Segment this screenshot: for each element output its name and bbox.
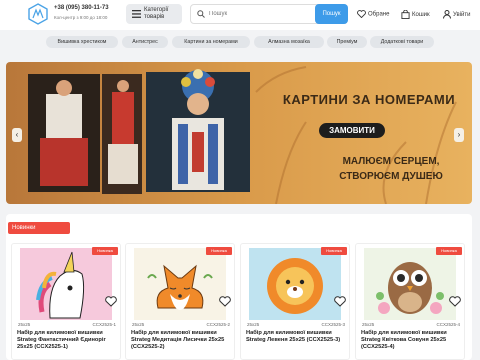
product-price: ... — [362, 356, 368, 360]
site-header: +38 (095) 380-11-73 Кол-центр з 9:00 до … — [0, 0, 480, 30]
tag-cross-stitch[interactable]: Вишивка хрестиком — [46, 36, 118, 48]
product-size: 25x25 — [132, 322, 145, 327]
product-size: 25x25 — [247, 322, 260, 327]
promo-banner[interactable]: КАРТИНИ ЗА НОМЕРАМИ ЗАМОВИТИ МАЛЮЄМ СЕРЦ… — [6, 62, 472, 204]
heart-icon[interactable] — [219, 296, 231, 307]
product-card[interactable]: Новинка 25x25 CCX2525-3 Набір для килимо… — [240, 243, 350, 360]
section-title: Новинки — [8, 222, 70, 234]
bag-icon — [401, 9, 410, 19]
tag-premium[interactable]: Преміум — [327, 36, 367, 48]
heart-icon[interactable] — [334, 296, 346, 307]
tag-paint-by-numbers[interactable]: Картини за номерами — [172, 36, 250, 48]
search-icon — [197, 10, 205, 18]
user-icon — [443, 10, 451, 19]
category-tags: Вишивка хрестиком Антистрес Картини за н… — [0, 36, 480, 50]
banner-next-button[interactable]: › — [454, 128, 464, 142]
login-link[interactable]: Увійти — [443, 10, 470, 19]
product-title[interactable]: Набір для килимової вишивки Strateg Фант… — [17, 330, 120, 351]
product-title[interactable]: Набір для килимової вишивки Strateg Меди… — [131, 330, 234, 351]
categories-button[interactable]: Категорії товарів — [126, 4, 182, 24]
tag-diamond-mosaic[interactable]: Алмазна мозаїка — [254, 36, 324, 48]
order-button[interactable]: ЗАМОВИТИ — [319, 123, 385, 138]
tag-antistress[interactable]: Антистрес — [122, 36, 168, 48]
search-input[interactable] — [209, 8, 309, 20]
product-sku: CCX2525-2 — [206, 322, 230, 327]
lion-image[interactable] — [249, 248, 341, 320]
logo-icon[interactable] — [28, 3, 48, 25]
product-price: ... — [247, 356, 253, 360]
heart-icon — [357, 10, 366, 19]
product-size: 25x25 — [362, 322, 375, 327]
new-badge: Новинка — [92, 247, 118, 255]
new-badge: Новинка — [436, 247, 462, 255]
phone-number[interactable]: +38 (095) 380-11-73 — [54, 5, 109, 11]
tag-extra-goods[interactable]: Додаткові товари — [370, 36, 434, 48]
new-badge: Новинка — [206, 247, 232, 255]
product-sku: CCX2525-3 — [321, 322, 345, 327]
product-card[interactable]: Новинка 25x25 CCX2525-1 Набір для килимо… — [11, 243, 121, 360]
login-label: Увійти — [453, 12, 471, 19]
favorites-link[interactable]: Обране — [357, 10, 390, 19]
menu-icon — [132, 10, 141, 18]
categories-label: Категорії товарів — [144, 7, 169, 20]
product-card[interactable]: Новинка 25x25 CCX2525-4 Набір для килимо… — [355, 243, 465, 360]
banner-slogan-line1: МАЛЮЄМ СЕРЦЕМ, — [342, 156, 440, 167]
product-sku: CCX2525-4 — [436, 322, 460, 327]
product-size: 25x25 — [18, 322, 31, 327]
cart-label: Кошик — [412, 12, 430, 19]
product-title[interactable]: Набір для килимової вишивки Strateg Леве… — [246, 330, 349, 344]
fox-image[interactable] — [134, 248, 226, 320]
product-price: ... — [132, 356, 138, 360]
product-price: ... — [18, 356, 24, 360]
heart-icon[interactable] — [105, 296, 117, 307]
banner-slogan-line2: СТВОРЮЄМ ДУШЕЮ — [339, 171, 443, 182]
product-card[interactable]: Новинка 25x25 CCX2525-2 Набір для килимо… — [125, 243, 235, 360]
favorites-label: Обране — [368, 11, 390, 18]
banner-headline: КАРТИНИ ЗА НОМЕРАМИ — [282, 92, 456, 107]
cart-link[interactable]: Кошик — [401, 9, 430, 19]
owl-image[interactable] — [364, 248, 456, 320]
unicorn-image[interactable] — [20, 248, 112, 320]
search-bar: Пошук — [190, 4, 348, 24]
call-center-hours: Кол-центр з 9:00 до 18:00 — [54, 15, 108, 20]
product-sku: CCX2525-1 — [92, 322, 116, 327]
new-badge: Новинка — [321, 247, 347, 255]
heart-icon[interactable] — [449, 296, 461, 307]
product-title[interactable]: Набір для килимової вишивки Strateg Квіт… — [361, 330, 464, 351]
banner-prev-button[interactable]: ‹ — [12, 128, 22, 142]
banner-artwork — [6, 62, 472, 204]
search-button[interactable]: Пошук — [315, 4, 348, 24]
